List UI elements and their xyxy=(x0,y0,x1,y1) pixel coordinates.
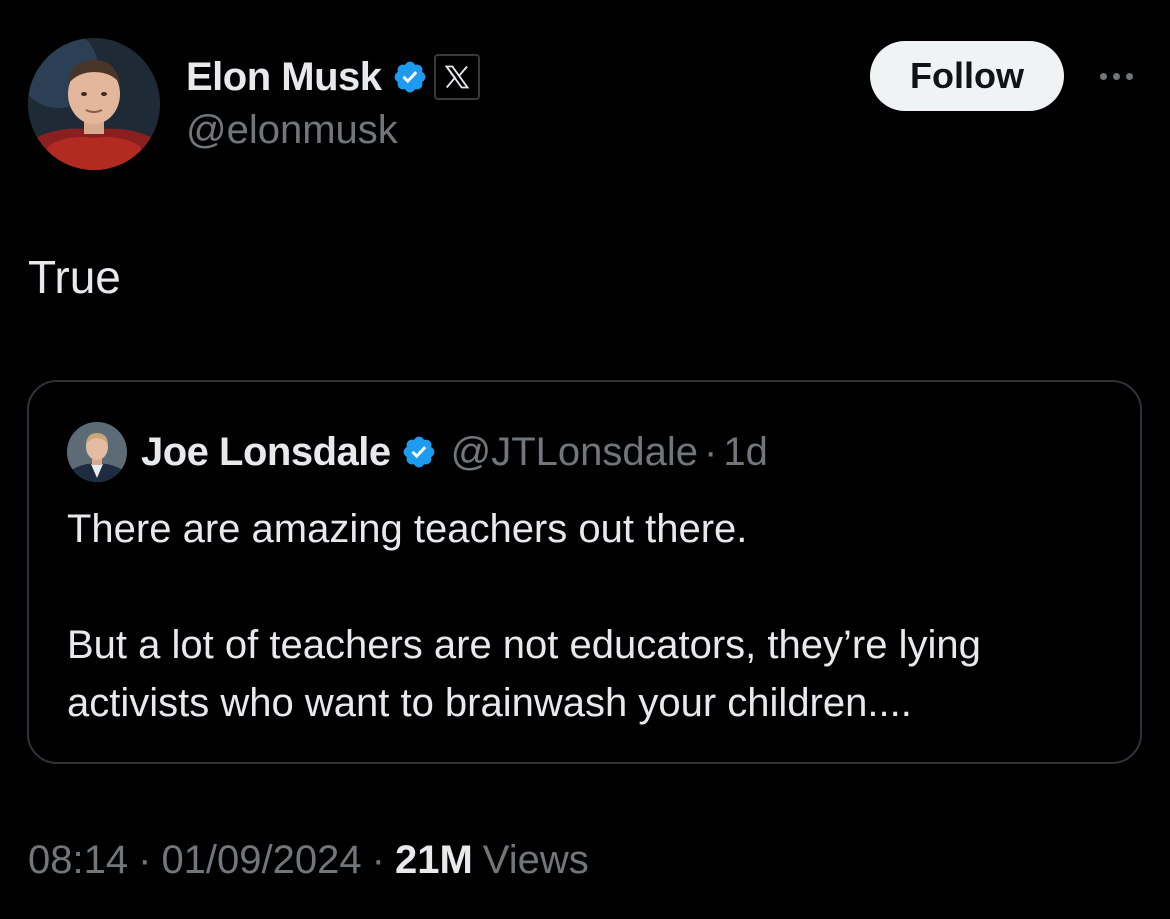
views-label: Views xyxy=(482,838,589,882)
author-row: Elon Musk xyxy=(186,52,480,102)
tweet-date[interactable]: 01/09/2024 xyxy=(161,838,361,883)
quote-text: There are amazing teachers out there. Bu… xyxy=(67,500,1127,732)
quote-separator: · xyxy=(704,429,718,474)
tweet-time[interactable]: 08:14 xyxy=(28,838,128,883)
quote-avatar-image xyxy=(67,422,127,482)
more-dot xyxy=(1112,72,1120,80)
x-logo-icon[interactable] xyxy=(433,54,480,100)
more-dots-icon[interactable] xyxy=(1092,60,1140,92)
verified-badge-icon[interactable] xyxy=(392,59,428,95)
tweet-metadata: 08:14 · 01/09/2024 · 21M Views xyxy=(28,838,589,883)
quote-paragraph: But a lot of teachers are not educators,… xyxy=(67,623,981,725)
quote-author-name[interactable]: Joe Lonsdale xyxy=(141,430,391,475)
quote-header: Joe Lonsdale @JTLonsdale · 1d xyxy=(67,422,768,482)
quoted-tweet-card[interactable]: Joe Lonsdale @JTLonsdale · 1d There are … xyxy=(27,380,1142,764)
more-dot xyxy=(1125,72,1133,80)
author-handle[interactable]: @elonmusk xyxy=(186,108,398,153)
more-dot xyxy=(1099,72,1107,80)
follow-button[interactable]: Follow xyxy=(870,41,1064,111)
quote-timestamp[interactable]: 1d xyxy=(723,430,768,475)
author-avatar-image xyxy=(28,38,160,170)
author-name[interactable]: Elon Musk xyxy=(186,55,382,100)
tweet-text: True xyxy=(28,251,121,303)
tweet: Elon Musk @elonmusk Follow True Joe Lons… xyxy=(0,0,1170,919)
quote-avatar[interactable] xyxy=(67,422,127,482)
quote-author-handle[interactable]: @JTLonsdale xyxy=(451,430,698,475)
verified-badge-icon xyxy=(401,434,437,470)
meta-separator: · xyxy=(371,838,385,882)
author-avatar[interactable] xyxy=(28,38,160,170)
meta-separator: · xyxy=(138,838,152,882)
views-count[interactable]: 21M xyxy=(395,838,473,883)
quote-paragraph: There are amazing teachers out there. xyxy=(67,507,748,551)
